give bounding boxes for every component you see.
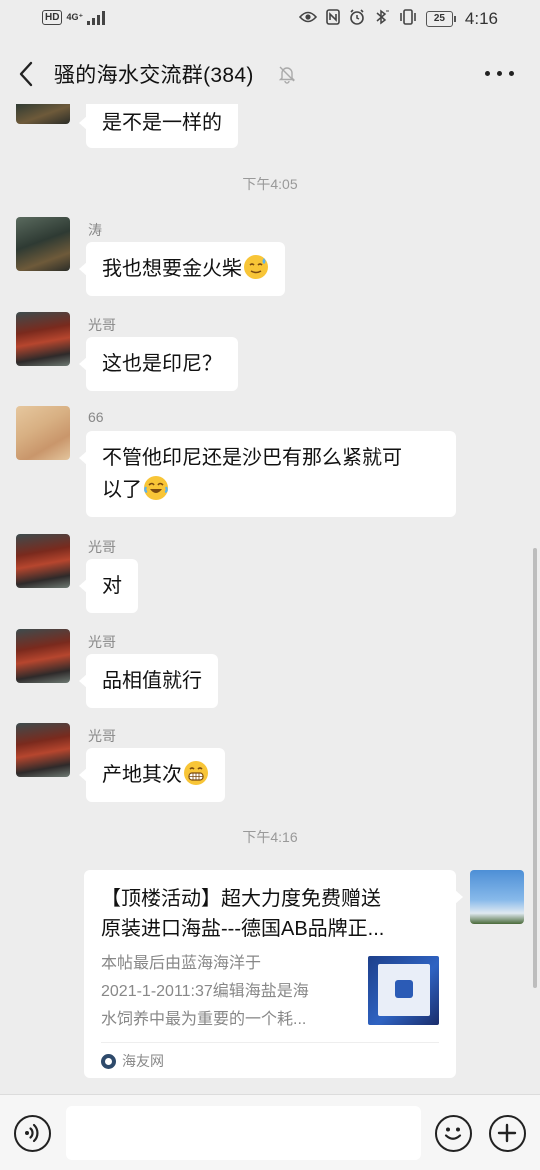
self-avatar[interactable] — [470, 870, 524, 924]
battery-icon: 25 — [425, 11, 456, 27]
scrollbar[interactable] — [533, 548, 537, 988]
avatar[interactable] — [16, 104, 70, 124]
message-bubble[interactable]: 是不是一样的 — [79, 104, 238, 148]
sender-name: 66 — [88, 409, 104, 425]
clock: 4:16 — [464, 9, 498, 28]
alarm-icon — [349, 9, 365, 29]
more-dots-icon[interactable] — [485, 71, 514, 76]
link-card-desc-line: 水饲养中最为重要的一个耗... — [101, 1011, 307, 1028]
chat-title: 骚的海水交流群(384) — [54, 64, 254, 87]
message-text: 对 — [102, 575, 122, 597]
avatar[interactable] — [16, 312, 70, 366]
mute-bell-icon — [277, 64, 297, 84]
sender-name: 光哥 — [88, 539, 116, 555]
sender-name: 涛 — [88, 222, 102, 238]
message-list[interactable]: 是不是一样的 下午4:05 涛 我也想要金火柴 光哥 这也是印尼？ 66 不管他… — [0, 104, 540, 1094]
avatar[interactable] — [16, 217, 70, 271]
sender-name: 光哥 — [88, 317, 116, 333]
link-card-desc-line: 2021-1-2011:37编辑海盐是海 — [101, 983, 309, 1000]
message-text: 我也想要金火柴 — [102, 258, 242, 280]
message-bubble[interactable]: 不管他印尼还是沙巴有那么紧就可 以了 — [79, 431, 456, 517]
link-card-thumbnail — [368, 956, 439, 1025]
message-text: 是不是一样的 — [102, 112, 222, 134]
message-bubble[interactable]: 对 — [79, 559, 138, 613]
avatar[interactable] — [16, 534, 70, 588]
nfc-icon — [326, 9, 340, 29]
battery-level: 25 — [425, 11, 453, 27]
bluetooth-icon — [374, 9, 390, 29]
link-card-desc-line: 本帖最后由蓝海海洋于 — [101, 955, 262, 972]
timestamp: 下午4:05 — [242, 176, 298, 192]
link-card-description: 本帖最后由蓝海海洋于 2021-1-2011:37编辑海盐是海 水饲养中最为重要… — [101, 950, 356, 1034]
message-text: 产地其次 — [102, 764, 182, 786]
back-arrow-icon[interactable] — [14, 58, 40, 90]
message-input[interactable] — [66, 1106, 421, 1160]
message-bubble[interactable]: 我也想要金火柴 — [79, 242, 285, 296]
source-name: 海友网 — [122, 1053, 164, 1069]
input-bar — [0, 1094, 540, 1170]
link-card-title: 【顶楼活动】超大力度免费赠送 原装进口海盐---德国AB品牌正... — [101, 884, 441, 944]
network-type: 4G⁺ — [66, 12, 84, 22]
signal-icon — [87, 10, 106, 25]
link-card-title-line: 【顶楼活动】超大力度免费赠送 — [101, 888, 381, 910]
message-bubble[interactable]: 这也是印尼？ — [79, 337, 238, 391]
message-text-line: 以了 — [102, 479, 142, 501]
message-text: 品相值就行 — [102, 670, 202, 692]
message-bubble[interactable]: 品相值就行 — [79, 654, 218, 708]
sweat-smile-emoji-icon — [244, 255, 268, 279]
vibrate-icon — [399, 9, 417, 29]
chat-header: 骚的海水交流群(384) — [0, 44, 540, 104]
link-card-title-line: 原装进口海盐---德国AB品牌正... — [101, 918, 385, 940]
emoji-icon[interactable] — [435, 1115, 472, 1152]
tears-of-joy-emoji-icon — [144, 476, 168, 500]
message-text-line: 不管他印尼还是沙巴有那么紧就可 — [102, 447, 402, 469]
message-bubble[interactable]: 产地其次 — [79, 748, 225, 802]
avatar[interactable] — [16, 723, 70, 777]
timestamp: 下午4:16 — [242, 829, 298, 845]
status-bar: HD 4G⁺ 25 4:16 — [0, 0, 540, 40]
hd-badge: HD — [42, 10, 63, 25]
sender-name: 光哥 — [88, 728, 116, 744]
link-card-source: 海友网 — [101, 1051, 164, 1071]
sender-name: 光哥 — [88, 634, 116, 650]
avatar[interactable] — [16, 406, 70, 460]
plus-icon[interactable] — [489, 1115, 526, 1152]
avatar[interactable] — [16, 629, 70, 683]
voice-icon[interactable] — [14, 1115, 51, 1152]
link-card[interactable]: 【顶楼活动】超大力度免费赠送 原装进口海盐---德国AB品牌正... 本帖最后由… — [84, 870, 463, 1078]
source-app-icon — [101, 1053, 116, 1069]
grin-emoji-icon — [184, 761, 208, 785]
divider — [101, 1042, 439, 1043]
eye-icon — [298, 10, 317, 28]
message-text: 这也是印尼？ — [102, 353, 222, 375]
